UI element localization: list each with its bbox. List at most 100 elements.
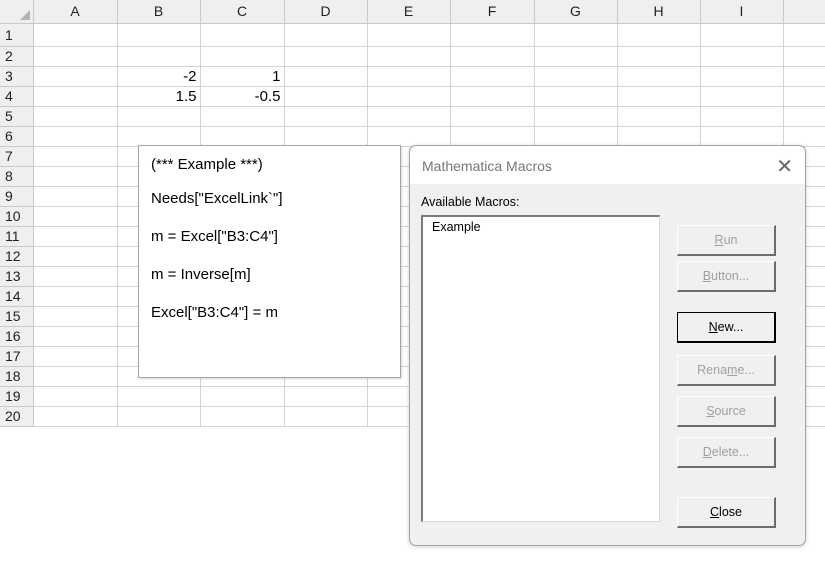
cell-i2[interactable] <box>700 46 784 67</box>
cell-f3[interactable] <box>450 66 535 87</box>
cell-d3[interactable] <box>284 66 368 87</box>
macros-listbox[interactable]: Example <box>421 215 660 522</box>
cell-d5[interactable] <box>284 106 368 127</box>
cell-g6[interactable] <box>534 126 618 147</box>
cell-e5[interactable] <box>367 106 451 127</box>
cell-g1[interactable] <box>534 23 618 47</box>
row-header-4[interactable]: 4 <box>0 86 34 107</box>
column-header-a[interactable]: A <box>33 0 118 24</box>
row-header-7[interactable]: 7 <box>0 146 34 167</box>
cell-c4[interactable]: -0.5 <box>200 86 285 107</box>
cell-a7[interactable] <box>33 146 118 167</box>
cell-i5[interactable] <box>700 106 784 127</box>
cell-c5[interactable] <box>200 106 285 127</box>
cell-g3[interactable] <box>534 66 618 87</box>
cell-f4[interactable] <box>450 86 535 107</box>
cell-b4[interactable]: 1.5 <box>117 86 201 107</box>
cell-e6[interactable] <box>367 126 451 147</box>
row-header-6[interactable]: 6 <box>0 126 34 147</box>
cell-a20[interactable] <box>33 406 118 427</box>
cell-b1[interactable] <box>117 23 201 47</box>
cell-h6[interactable] <box>617 126 701 147</box>
row-header-15[interactable]: 15 <box>0 306 34 327</box>
cell-b20[interactable] <box>117 406 201 427</box>
macro-list-item[interactable]: Example <box>432 220 481 234</box>
cell-d1[interactable] <box>284 23 368 47</box>
row-header-13[interactable]: 13 <box>0 266 34 287</box>
cell-d19[interactable] <box>284 386 368 407</box>
row-header-3[interactable]: 3 <box>0 66 34 87</box>
cell-a14[interactable] <box>33 286 118 307</box>
cell-a16[interactable] <box>33 326 118 347</box>
row-header-11[interactable]: 11 <box>0 226 34 247</box>
cell-a9[interactable] <box>33 186 118 207</box>
cell-b6[interactable] <box>117 126 201 147</box>
cell-a2[interactable] <box>33 46 118 67</box>
cell-a10[interactable] <box>33 206 118 227</box>
cell-g5[interactable] <box>534 106 618 127</box>
cell-e1[interactable] <box>367 23 451 47</box>
cell-a13[interactable] <box>33 266 118 287</box>
cell-b19[interactable] <box>117 386 201 407</box>
cell-f6[interactable] <box>450 126 535 147</box>
cell-e3[interactable] <box>367 66 451 87</box>
row-header-12[interactable]: 12 <box>0 246 34 267</box>
cell-i4[interactable] <box>700 86 784 107</box>
cell-j3[interactable] <box>783 66 825 87</box>
cell-h5[interactable] <box>617 106 701 127</box>
cell-c2[interactable] <box>200 46 285 67</box>
cell-f2[interactable] <box>450 46 535 67</box>
cell-d4[interactable] <box>284 86 368 107</box>
cell-a3[interactable] <box>33 66 118 87</box>
cell-i1[interactable] <box>700 23 784 47</box>
row-header-19[interactable]: 19 <box>0 386 34 407</box>
row-header-18[interactable]: 18 <box>0 366 34 387</box>
cell-c6[interactable] <box>200 126 285 147</box>
close-button[interactable]: Close <box>677 497 776 528</box>
cell-a18[interactable] <box>33 366 118 387</box>
column-header-c[interactable]: C <box>200 0 285 24</box>
cell-a5[interactable] <box>33 106 118 127</box>
cell-a15[interactable] <box>33 306 118 327</box>
column-header-g[interactable]: G <box>534 0 618 24</box>
cell-e2[interactable] <box>367 46 451 67</box>
cell-j5[interactable] <box>783 106 825 127</box>
row-header-9[interactable]: 9 <box>0 186 34 207</box>
cell-h2[interactable] <box>617 46 701 67</box>
column-header-f[interactable]: F <box>450 0 535 24</box>
column-header-h[interactable]: H <box>617 0 701 24</box>
source-button[interactable]: Source <box>677 396 776 427</box>
new-button[interactable]: New... <box>677 312 776 343</box>
column-header-d[interactable]: D <box>284 0 368 24</box>
dialog-title-bar[interactable]: Mathematica Macros ✕ <box>410 146 805 184</box>
cell-i3[interactable] <box>700 66 784 87</box>
cell-a19[interactable] <box>33 386 118 407</box>
cell-f5[interactable] <box>450 106 535 127</box>
cell-j1[interactable] <box>783 23 825 47</box>
cell-h1[interactable] <box>617 23 701 47</box>
cell-a1[interactable] <box>33 23 118 47</box>
cell-d20[interactable] <box>284 406 368 427</box>
cell-h3[interactable] <box>617 66 701 87</box>
row-header-5[interactable]: 5 <box>0 106 34 127</box>
cell-f1[interactable] <box>450 23 535 47</box>
row-header-17[interactable]: 17 <box>0 346 34 367</box>
column-header-e[interactable]: E <box>367 0 451 24</box>
button-button[interactable]: Button... <box>677 261 776 292</box>
delete-button[interactable]: Delete... <box>677 437 776 468</box>
cell-j4[interactable] <box>783 86 825 107</box>
cell-a4[interactable] <box>33 86 118 107</box>
cell-c1[interactable] <box>200 23 285 47</box>
cell-a6[interactable] <box>33 126 118 147</box>
macro-code-note[interactable]: (*** Example ***) Needs["ExcelLink`"] m = … <box>138 145 401 378</box>
close-icon[interactable]: ✕ <box>776 154 793 179</box>
cell-j6[interactable] <box>783 126 825 147</box>
row-header-14[interactable]: 14 <box>0 286 34 307</box>
cell-c3[interactable]: 1 <box>200 66 285 87</box>
column-header-j[interactable]: J <box>783 0 825 24</box>
cell-a17[interactable] <box>33 346 118 367</box>
cell-c19[interactable] <box>200 386 285 407</box>
run-button[interactable]: Run <box>677 225 776 256</box>
cell-a11[interactable] <box>33 226 118 247</box>
cell-a8[interactable] <box>33 166 118 187</box>
